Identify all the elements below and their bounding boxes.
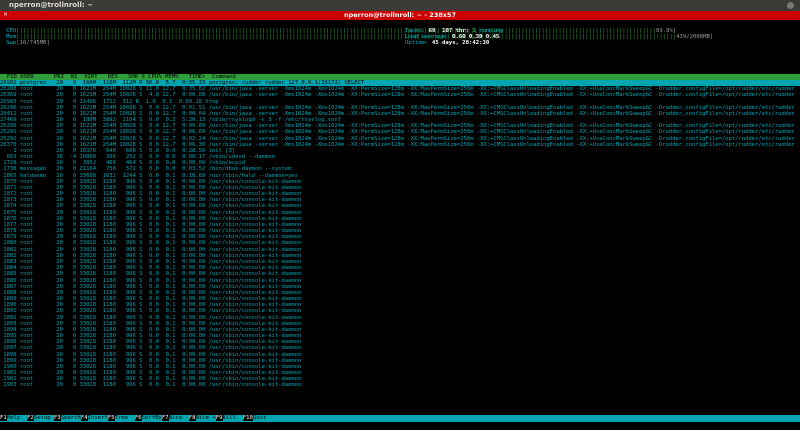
process-row[interactable]: 20370 root 20 0 1621M 254M 10028 S 0.0 1… — [0, 142, 800, 148]
fkey-label: Setup — [33, 415, 54, 421]
process-list[interactable]: 20902 postgres 20 0 160M 116M 112M R 56.… — [0, 80, 800, 389]
fkey-label: Kill — [222, 415, 243, 421]
fkey-label: Nice + — [195, 415, 216, 421]
fkey-key: F3 — [53, 415, 61, 421]
fkey-f8[interactable]: F8Nice + — [188, 415, 216, 421]
fkey-label: Quit — [252, 415, 267, 421]
window-title: nperron@trollnroll: ~ — [9, 1, 93, 9]
terminal-titlebar: × nperron@trollnroll: ~ - 238x57 — [0, 11, 800, 20]
fkey-label: SortBy — [141, 415, 162, 421]
fkey-key: F6 — [134, 415, 142, 421]
fkey-f7[interactable]: F7Nice - — [161, 415, 189, 421]
fkey-key: F1 — [0, 415, 7, 421]
mem-meter: Mem[||||||||||||||||||||||||||||||||||||… — [6, 34, 714, 40]
fkey-label: Invert — [87, 415, 108, 421]
fkey-key: F2 — [26, 415, 34, 421]
terminal-title: nperron@trollnroll: ~ - 238x57 — [343, 11, 457, 19]
swap-meter: Swp[10/745MB] — [6, 40, 50, 46]
fkey-key: F4 — [80, 415, 88, 421]
fkey-label: Help — [6, 415, 27, 421]
process-row[interactable]: 20291 root 20 0 1621M 254M 10028 S 0.0 1… — [0, 129, 800, 135]
window-close-icon[interactable] — [787, 2, 794, 9]
fkey-key: F8 — [188, 415, 196, 421]
fkey-key: F10 — [242, 415, 253, 421]
fkey-f6[interactable]: F6SortBy — [134, 415, 162, 421]
process-row[interactable]: 20369 root 20 0 1621M 254M 10028 S 4.0 1… — [0, 92, 800, 98]
fkey-key: F7 — [161, 415, 169, 421]
fkey-key: F9 — [215, 415, 223, 421]
window-titlebar: nperron@trollnroll: ~ — [0, 0, 800, 11]
process-row[interactable]: 1903 root 20 0 33028 1180 996 S 0.0 0.1 … — [0, 382, 800, 388]
fkey-f1[interactable]: F1Help — [0, 415, 27, 421]
fkey-f3[interactable]: F3Search — [53, 415, 81, 421]
fkey-f2[interactable]: F2Setup — [26, 415, 54, 421]
fkey-label: Nice - — [168, 415, 189, 421]
fkey-label: Tree — [114, 415, 135, 421]
fkey-f10[interactable]: F10Quit — [242, 415, 267, 421]
fkey-f5[interactable]: F5Tree — [107, 415, 135, 421]
fkey-f4[interactable]: F4Invert — [80, 415, 108, 421]
htop-terminal[interactable]: CPU[||||||||||||||||||||||||||||||||||||… — [0, 20, 800, 430]
uptime-stat: Uptime: 45 days, 20:42:30 — [405, 40, 490, 46]
fkey-key: F5 — [107, 415, 115, 421]
process-row[interactable]: 20290 root 20 0 1621M 254M 10028 S 0.0 1… — [0, 105, 800, 111]
fkey-f9[interactable]: F9Kill — [215, 415, 243, 421]
function-key-bar: F1Help F2Setup F3SearchF4InvertF5Tree F6… — [0, 415, 800, 422]
fkey-label: Search — [60, 415, 81, 421]
process-row[interactable]: 20292 root 20 0 1621M 254M 10028 S 0.0 1… — [0, 136, 800, 142]
